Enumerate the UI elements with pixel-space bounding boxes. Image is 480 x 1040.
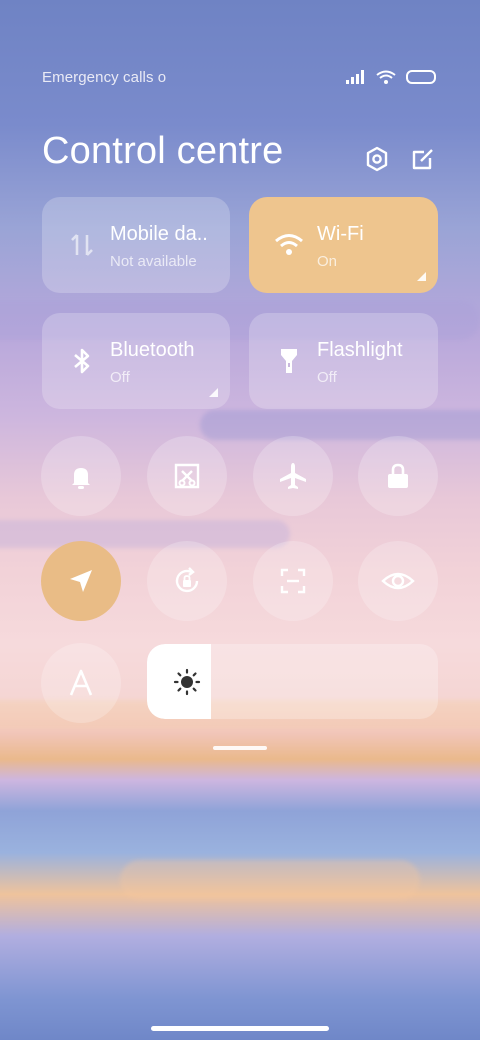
toggle-screenshot[interactable] xyxy=(147,436,227,516)
expand-icon[interactable] xyxy=(417,272,426,281)
status-carrier-text: Emergency calls o xyxy=(42,68,167,86)
toggle-reading-mode[interactable] xyxy=(358,541,438,621)
toggle-scanner[interactable] xyxy=(253,541,333,621)
settings-icon[interactable] xyxy=(364,146,390,172)
toggle-lock-screen[interactable] xyxy=(358,436,438,516)
lock-icon xyxy=(388,463,408,488)
auto-brightness-icon xyxy=(69,669,93,696)
tile-status: On xyxy=(317,253,338,270)
edit-icon[interactable] xyxy=(410,146,436,172)
sun-icon xyxy=(173,668,201,696)
rotation-lock-icon xyxy=(175,567,199,593)
toggle-rotation-lock[interactable] xyxy=(147,541,227,621)
toggle-location[interactable] xyxy=(41,541,121,621)
tile-flashlight[interactable]: Flashlight Off xyxy=(249,313,438,409)
brightness-slider[interactable] xyxy=(147,644,438,719)
tile-wifi[interactable]: Wi-Fi On xyxy=(249,197,438,293)
flashlight-icon xyxy=(281,349,297,373)
expand-icon[interactable] xyxy=(209,388,218,397)
tile-label: Flashlight xyxy=(317,339,403,361)
tile-label: Mobile da.. xyxy=(110,223,208,245)
tile-label: Bluetooth xyxy=(110,339,195,361)
toggle-auto-brightness[interactable] xyxy=(41,643,121,723)
toggle-airplane[interactable] xyxy=(253,436,333,516)
bg-streak xyxy=(0,520,290,548)
status-icons xyxy=(346,70,436,84)
bg-streak xyxy=(200,410,480,440)
tile-bluetooth[interactable]: Bluetooth Off xyxy=(42,313,230,409)
home-indicator[interactable] xyxy=(151,1026,329,1031)
bg-streak xyxy=(120,860,420,900)
toggle-silent[interactable] xyxy=(41,436,121,516)
wifi-icon xyxy=(376,70,396,84)
mobile-data-icon xyxy=(71,234,93,256)
tile-label: Wi-Fi xyxy=(317,223,364,245)
wifi-icon xyxy=(275,234,303,255)
scan-icon xyxy=(280,568,306,594)
tile-status: Not available xyxy=(110,253,197,270)
eye-icon xyxy=(381,572,415,590)
bluetooth-icon xyxy=(74,348,90,374)
signal-icon xyxy=(346,70,364,84)
location-icon xyxy=(70,570,92,592)
drag-handle[interactable] xyxy=(213,746,267,750)
airplane-icon xyxy=(280,463,306,489)
tile-status: Off xyxy=(110,369,130,386)
screenshot-icon xyxy=(174,463,200,489)
bell-icon xyxy=(72,468,90,489)
page-title: Control centre xyxy=(42,130,284,172)
tile-status: Off xyxy=(317,369,337,386)
tile-mobile-data[interactable]: Mobile da.. Not available xyxy=(42,197,230,293)
status-bar: Emergency calls o xyxy=(42,66,436,88)
battery-icon xyxy=(406,70,436,84)
